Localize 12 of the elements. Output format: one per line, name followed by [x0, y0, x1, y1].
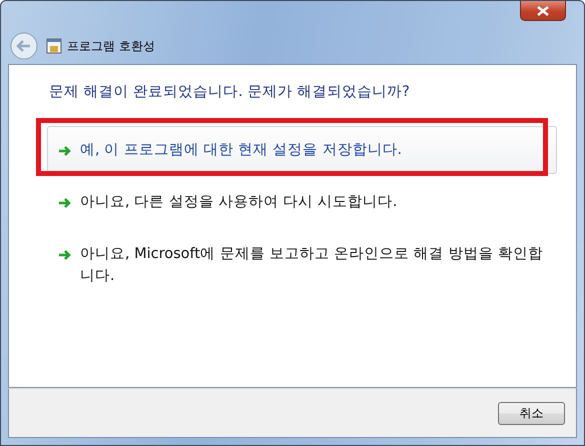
arrow-icon [58, 249, 72, 261]
close-icon [536, 6, 550, 16]
close-button[interactable] [520, 1, 566, 21]
arrow-icon [58, 145, 72, 157]
window-title: 프로그램 호환성 [67, 38, 155, 54]
arrow-icon [58, 197, 72, 209]
command-link[interactable]: 예, 이 프로그램에 대한 현재 설정을 저장합니다. [47, 126, 557, 174]
program-icon [46, 38, 62, 54]
command-link[interactable]: 아니요, Microsoft에 문제를 보고하고 온라인으로 해결 방법을 확인합니다. [47, 230, 557, 300]
cancel-button[interactable]: 취소 [498, 402, 565, 424]
command-link[interactable]: 아니요, 다른 설정을 사용하여 다시 시도합니다. [47, 178, 557, 226]
heading-text: 문제 해결이 완료되었습니다. 문제가 해결되었습니까? [49, 83, 411, 101]
